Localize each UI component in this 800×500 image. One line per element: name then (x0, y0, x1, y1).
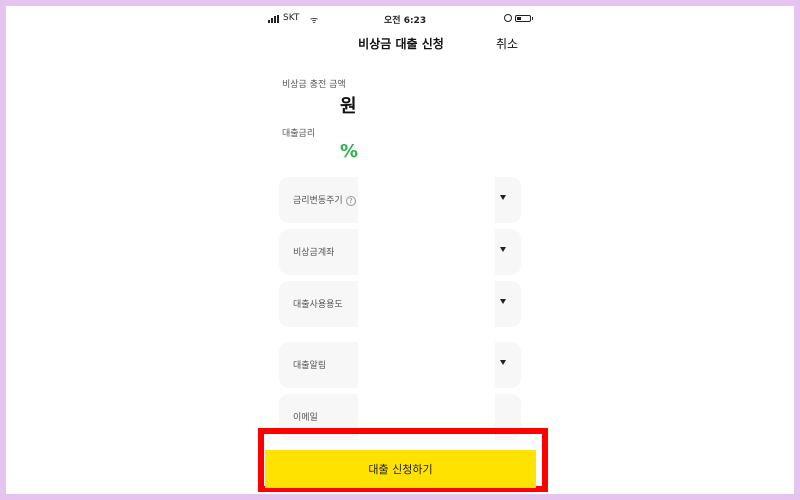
amount-unit: 원 (340, 96, 357, 117)
submit-loan-button[interactable]: 대출 신청하기 (265, 450, 536, 488)
field-label: 금리변동주기? (293, 193, 356, 206)
screen-canvas: SKT ᯤ 오전 6:23 비상금 대출 신청 취소 비상금 충전 금액 원 대… (6, 6, 794, 494)
page-title: 비상금 대출 신청 (358, 37, 444, 51)
carrier-name: SKT (283, 13, 300, 23)
field-value (358, 229, 495, 275)
dropdown-caret-icon (500, 360, 506, 365)
battery-icon (515, 15, 533, 22)
cancel-button[interactable]: 취소 (496, 35, 518, 52)
loan-purpose-select[interactable]: 대출사용용도 (279, 281, 521, 327)
field-value (358, 177, 495, 223)
phone-screen: SKT ᯤ 오전 6:23 비상금 대출 신청 취소 비상금 충전 금액 원 대… (6, 6, 794, 494)
help-icon[interactable]: ? (345, 196, 356, 206)
field-label: 대출사용용도 (293, 300, 343, 310)
lock-rotation-icon (504, 14, 512, 22)
loan-notification-select[interactable]: 대출알림 (279, 342, 521, 388)
field-label: 이메일 (293, 413, 318, 423)
field-label: 대출알림 (293, 361, 327, 371)
emergency-account-select[interactable]: 비상금계좌 (279, 229, 521, 275)
status-bar: SKT ᯤ 오전 6:23 (268, 12, 538, 26)
signal-icon (268, 15, 280, 23)
wifi-icon: ᯤ (310, 16, 319, 26)
field-value (358, 281, 495, 327)
dropdown-caret-icon (500, 299, 506, 304)
status-time: 오전 6:23 (384, 16, 427, 26)
rate-change-cycle-select[interactable]: 금리변동주기? (279, 177, 521, 223)
rate-unit: % (340, 141, 359, 162)
dropdown-caret-icon (500, 247, 506, 252)
field-label: 비상금계좌 (293, 248, 335, 258)
amount-label: 비상금 충전 금액 (282, 80, 346, 90)
field-value (358, 342, 495, 388)
dropdown-caret-icon (500, 195, 506, 200)
rate-label: 대출금리 (282, 129, 316, 139)
